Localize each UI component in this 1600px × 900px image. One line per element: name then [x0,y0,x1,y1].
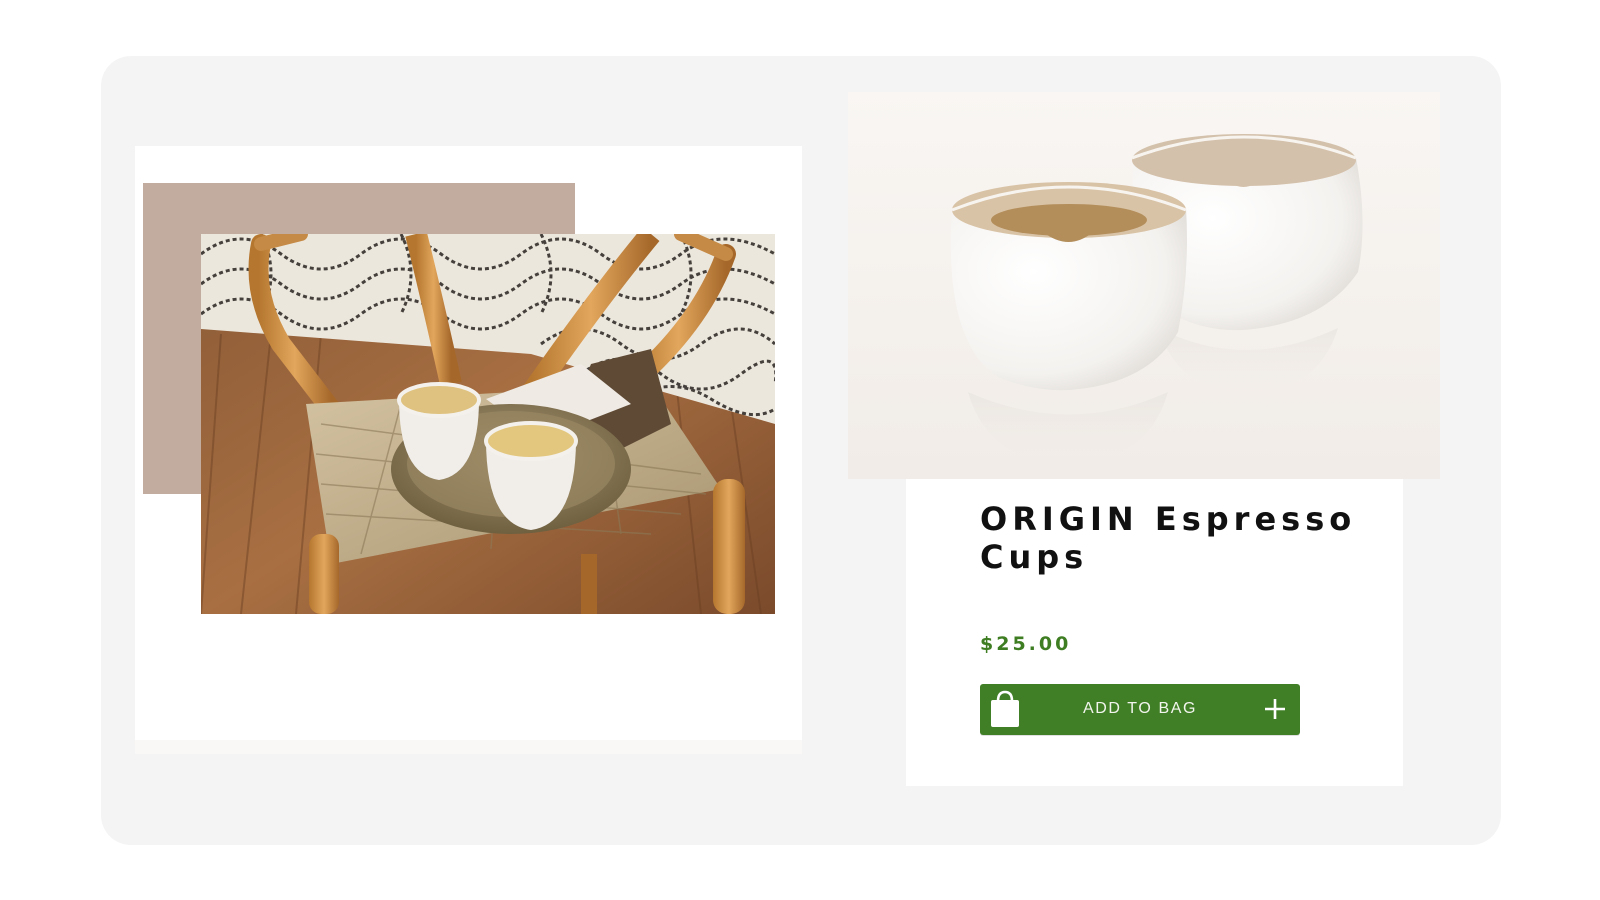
add-to-bag-button[interactable]: ADD TO BAG [980,684,1300,735]
add-to-bag-label: ADD TO BAG [1082,700,1198,717]
product-price: $25.00 [980,633,1072,655]
lifestyle-photo [201,234,775,614]
product-title: ORIGIN Espresso Cups [980,500,1357,576]
product-photo [848,92,1440,479]
lifestyle-panel-shadow [135,740,802,754]
plus-icon [1264,698,1286,720]
